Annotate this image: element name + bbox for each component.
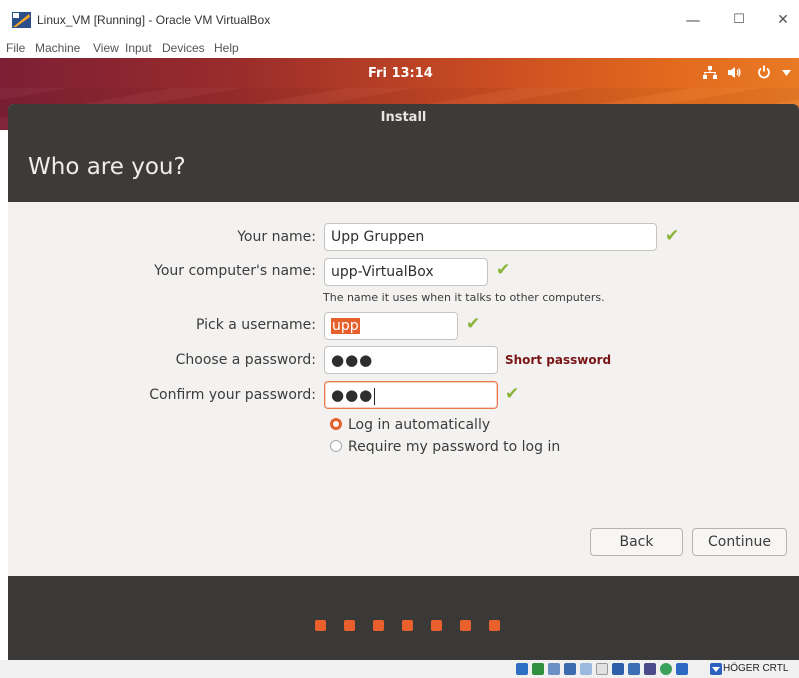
progress-step xyxy=(344,620,355,631)
menu-devices[interactable]: Devices xyxy=(162,41,205,55)
audio-icon[interactable] xyxy=(548,663,560,675)
chevron-down-icon[interactable] xyxy=(782,70,791,76)
menu-machine[interactable]: Machine xyxy=(35,41,80,55)
progress-step xyxy=(373,620,384,631)
require-password-label: Require my password to log in xyxy=(348,439,561,455)
mouse-integration-icon[interactable] xyxy=(676,663,688,675)
cpu-icon[interactable] xyxy=(644,663,656,675)
guest-additions-icon[interactable] xyxy=(660,663,672,675)
host-key-label: HÖGER CRTL xyxy=(723,663,789,674)
name-label: Your name: xyxy=(237,229,316,245)
installer-header: Install Who are you? xyxy=(8,104,799,202)
password-field[interactable]: ●●● xyxy=(324,346,498,374)
display-icon[interactable] xyxy=(612,663,624,675)
power-icon[interactable] xyxy=(757,65,771,79)
panel-clock[interactable]: Fri 13:14 xyxy=(368,66,433,81)
password-label: Choose a password: xyxy=(175,352,316,368)
window-title: Linux_VM [Running] - Oracle VM VirtualBo… xyxy=(37,13,271,27)
menu-input[interactable]: Input xyxy=(125,41,152,55)
name-valid-check-icon: ✔ xyxy=(665,226,680,246)
host-key-arrow-icon xyxy=(710,663,722,675)
window-titlebar: Linux_VM [Running] - Oracle VM VirtualBo… xyxy=(0,0,799,37)
computer-name-label: Your computer's name: xyxy=(154,263,316,279)
progress-step xyxy=(402,620,413,631)
continue-button[interactable]: Continue xyxy=(692,528,787,556)
name-field[interactable]: Upp Gruppen xyxy=(324,223,657,251)
maximize-button[interactable]: ☐ xyxy=(724,8,754,32)
optical-drive-icon[interactable] xyxy=(532,663,544,675)
progress-step xyxy=(315,620,326,631)
back-button[interactable]: Back xyxy=(590,528,683,556)
page-title: Who are you? xyxy=(28,154,186,180)
progress-step xyxy=(431,620,442,631)
installer-dialog: Install Who are you? Your name: Upp Grup… xyxy=(8,104,799,660)
network-icon[interactable] xyxy=(703,66,717,79)
installer-title: Install xyxy=(380,110,427,125)
progress-step xyxy=(489,620,500,631)
login-automatically-option[interactable]: Log in automatically xyxy=(330,417,490,433)
username-label: Pick a username: xyxy=(195,317,316,333)
confirm-password-dots: ●●● xyxy=(331,386,374,404)
confirm-valid-check-icon: ✔ xyxy=(505,384,520,404)
virtualbox-icon xyxy=(12,12,31,28)
username-valid-check-icon: ✔ xyxy=(466,314,481,334)
shared-folders-icon[interactable] xyxy=(596,663,608,675)
volume-icon[interactable] xyxy=(728,66,742,79)
text-caret xyxy=(374,387,376,405)
menu-view[interactable]: View xyxy=(93,41,119,55)
confirm-password-field[interactable]: ●●● xyxy=(324,381,498,409)
computer-name-hint: The name it uses when it talks to other … xyxy=(323,291,605,304)
username-selected-text: upp xyxy=(331,318,360,334)
password-dots: ●●● xyxy=(331,351,374,369)
usb-icon[interactable] xyxy=(580,663,592,675)
close-button[interactable]: ✕ xyxy=(768,8,798,32)
radio-unselected-icon xyxy=(330,440,342,452)
menu-file[interactable]: File xyxy=(6,41,25,55)
installer-footer xyxy=(8,576,799,660)
radio-selected-icon xyxy=(330,418,342,430)
minimize-button[interactable]: — xyxy=(678,8,708,32)
vbox-menubar: File Machine View Input Devices Help xyxy=(0,38,799,58)
network-adapter-icon[interactable] xyxy=(564,663,576,675)
progress-step xyxy=(460,620,471,631)
password-strength: Short password xyxy=(505,353,612,367)
computer-name-field[interactable]: upp-VirtualBox xyxy=(324,258,488,286)
video-capture-icon[interactable] xyxy=(628,663,640,675)
login-automatically-label: Log in automatically xyxy=(348,417,491,433)
menu-help[interactable]: Help xyxy=(214,41,239,55)
hard-disk-icon[interactable] xyxy=(516,663,528,675)
username-field[interactable]: upp xyxy=(324,312,458,340)
confirm-password-label: Confirm your password: xyxy=(149,387,316,403)
require-password-option[interactable]: Require my password to log in xyxy=(330,439,560,455)
computer-name-valid-check-icon: ✔ xyxy=(496,260,511,280)
